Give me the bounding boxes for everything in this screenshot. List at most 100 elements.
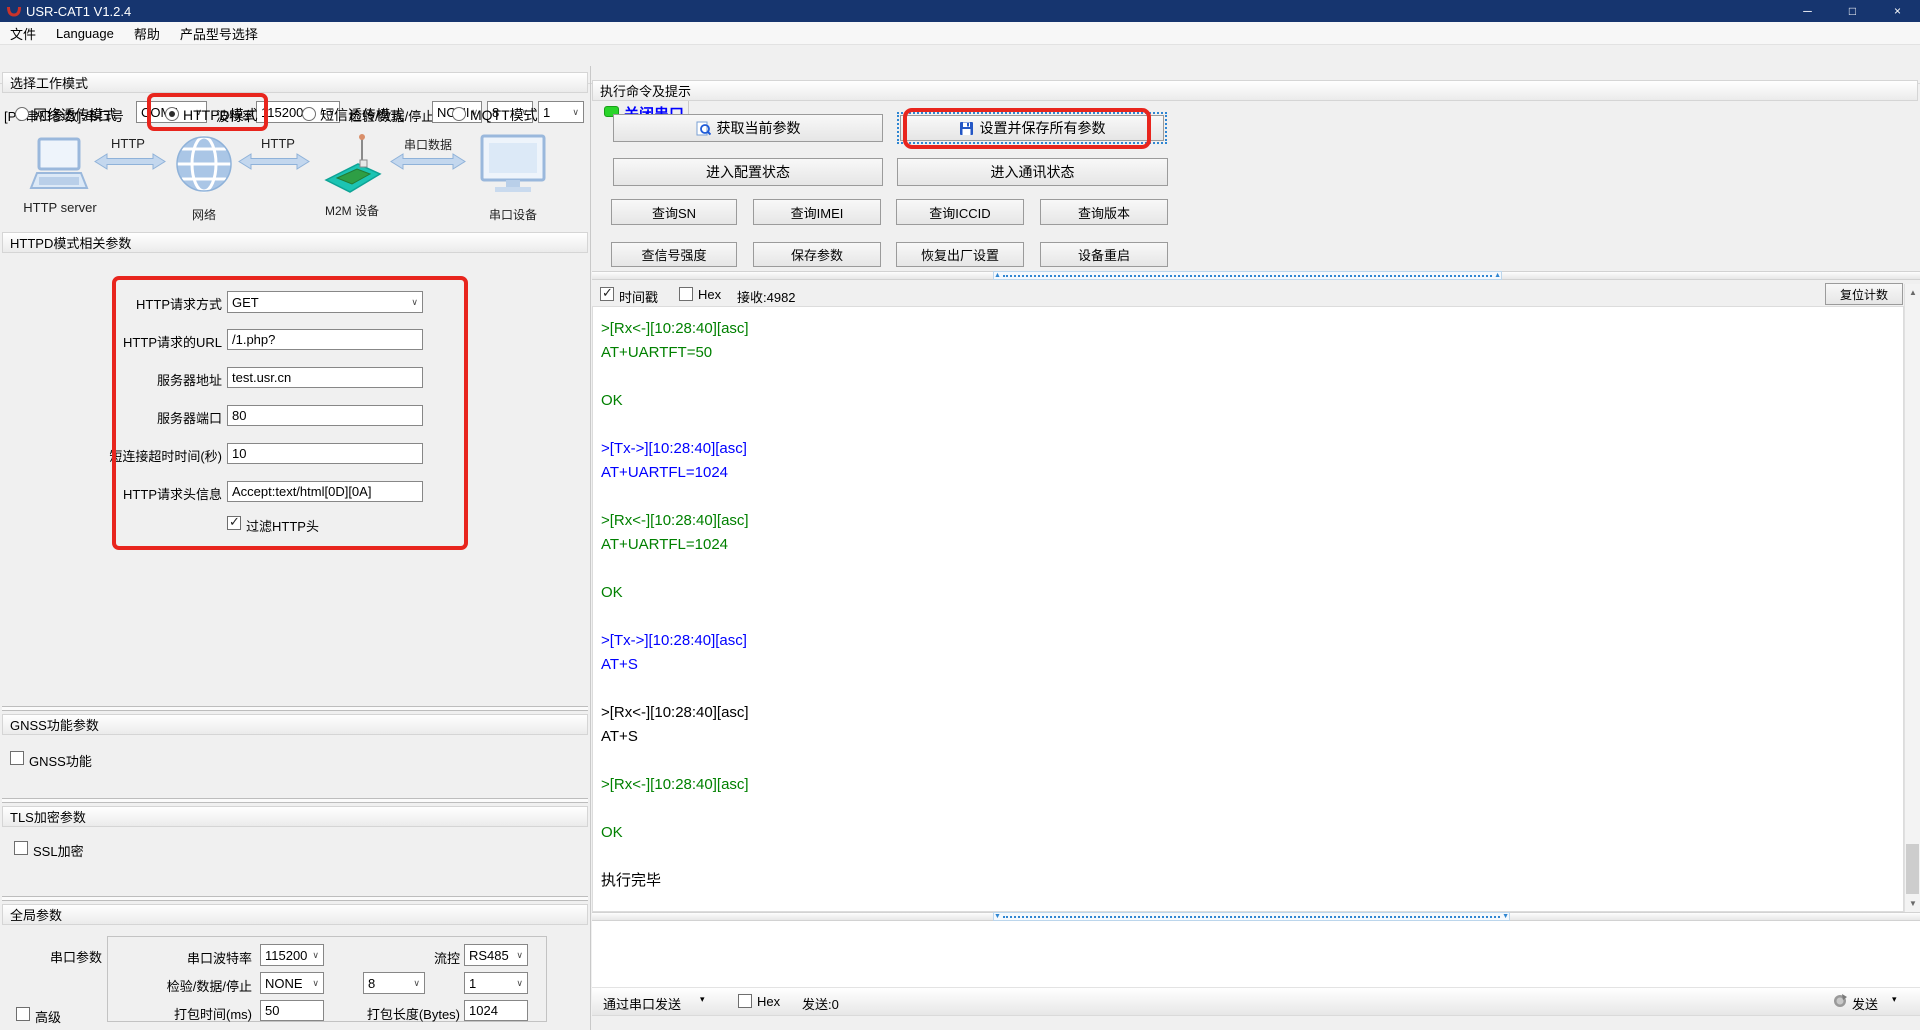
- log-vertical-scrollbar[interactable]: ▲ ▼: [1904, 284, 1920, 912]
- chevron-down-icon: ∨: [570, 107, 583, 118]
- diagram-node3-label: M2M 设备: [318, 202, 386, 219]
- radio-sms-passthrough-label: 短信透传模式: [320, 105, 404, 125]
- send-input-area[interactable]: [592, 921, 1920, 987]
- section-splitter[interactable]: [2, 706, 588, 711]
- http-method-select[interactable]: GET∨: [227, 291, 423, 313]
- chevron-down-icon: ∨: [310, 978, 323, 989]
- radio-httpd-mode[interactable]: [165, 107, 179, 121]
- ssl-checkbox[interactable]: [14, 841, 28, 855]
- enter-comm-button[interactable]: 进入通讯状态: [897, 158, 1168, 186]
- enter-config-button[interactable]: 进入配置状态: [613, 158, 883, 186]
- diagram-link2-label: HTTP: [258, 136, 298, 151]
- global-section-header: 全局参数: [2, 904, 588, 925]
- log-line: [601, 797, 1903, 821]
- query-signal-button[interactable]: 查信号强度: [611, 242, 737, 267]
- factory-reset-button[interactable]: 恢复出厂设置: [896, 242, 1024, 267]
- stopbits-select[interactable]: 1∨: [538, 101, 584, 123]
- gnss-checkbox[interactable]: [10, 751, 24, 765]
- splitter-handle[interactable]: ▲ ▲: [993, 271, 1502, 280]
- menu-language[interactable]: Language: [46, 22, 124, 45]
- chevron-down-icon: ∨: [514, 978, 527, 989]
- filter-http-header-checkbox[interactable]: [227, 516, 241, 530]
- save-params-button[interactable]: 保存参数: [753, 242, 881, 267]
- short-conn-timeout-input[interactable]: [227, 443, 423, 464]
- diagram-node2-label: 网络: [184, 206, 224, 223]
- timestamp-label: 时间戳: [619, 287, 658, 306]
- tri-up-icon: ▲: [994, 271, 1001, 280]
- pack-length-input[interactable]: [464, 1000, 528, 1021]
- menu-file[interactable]: 文件: [0, 22, 46, 45]
- log-line: AT+UARTFT=50: [601, 341, 1903, 365]
- send-mode-button[interactable]: 通过串口发送: [603, 994, 681, 1013]
- hex-send-checkbox[interactable]: [738, 994, 752, 1008]
- get-params-button[interactable]: 获取当前参数: [613, 114, 883, 142]
- splitter-handle[interactable]: ▼ ▼: [993, 912, 1510, 921]
- splitter-dots: [1003, 275, 1492, 277]
- log-line: >[Rx<-][10:28:40][asc]: [601, 773, 1903, 797]
- global-stopbits-select[interactable]: 1∨: [464, 972, 528, 994]
- log-line: [601, 485, 1903, 509]
- global-parity-select[interactable]: NONE∨: [260, 972, 324, 994]
- pack-time-input[interactable]: [260, 1000, 324, 1021]
- gnss-label: GNSS功能: [29, 751, 92, 770]
- menu-product-model[interactable]: 产品型号选择: [170, 22, 268, 45]
- globe-network-icon: [176, 134, 232, 198]
- query-iccid-button[interactable]: 查询ICCID: [896, 199, 1024, 225]
- double-arrow-icon: [94, 153, 166, 170]
- query-imei-button[interactable]: 查询IMEI: [753, 199, 881, 225]
- menu-help[interactable]: 帮助: [124, 22, 170, 45]
- hex-recv-label: Hex: [698, 287, 721, 302]
- flow-control-select[interactable]: RS485∨: [464, 944, 528, 966]
- global-baud-select[interactable]: 115200∨: [260, 944, 324, 966]
- log-line: OK: [601, 821, 1903, 845]
- minimize-button[interactable]: ─: [1785, 0, 1830, 22]
- radio-net-passthrough[interactable]: [15, 107, 29, 121]
- pack-length-label: 打包长度(Bytes): [360, 1004, 460, 1023]
- scroll-up-icon[interactable]: ▲: [1905, 285, 1920, 300]
- scroll-down-icon[interactable]: ▼: [1905, 896, 1920, 911]
- sent-count: 发送:0: [802, 994, 839, 1013]
- section-splitter[interactable]: [2, 798, 588, 803]
- send-button[interactable]: 发送: [1852, 994, 1878, 1013]
- log-line: [601, 677, 1903, 701]
- http-header-input[interactable]: [227, 481, 423, 502]
- timestamp-checkbox[interactable]: [600, 287, 614, 301]
- log-line: 执行完毕: [601, 869, 1903, 893]
- monitor-icon: [480, 134, 546, 198]
- device-restart-button[interactable]: 设备重启: [1040, 242, 1168, 267]
- pack-time-label: 打包时间(ms): [168, 1004, 252, 1023]
- app-window: USR-CAT1 V1.2.4 ─ □ × 文件 Language 帮助 产品型…: [0, 0, 1920, 1030]
- log-line: >[Rx<-][10:28:40][asc]: [601, 509, 1903, 533]
- hex-recv-checkbox[interactable]: [679, 287, 693, 301]
- server-port-input[interactable]: [227, 405, 423, 426]
- server-address-label: 服务器地址: [140, 370, 222, 389]
- menu-arrow-icon[interactable]: ▾: [1892, 994, 1897, 1005]
- tls-section-header: TLS加密参数: [2, 806, 588, 827]
- maximize-button[interactable]: □: [1830, 0, 1875, 22]
- radio-mqtt-mode-label: MQTT模式: [470, 105, 538, 125]
- advanced-checkbox[interactable]: [16, 1007, 30, 1021]
- http-header-label: HTTP请求头信息: [114, 484, 222, 503]
- radio-mqtt-mode[interactable]: [452, 107, 466, 121]
- reset-counter-button[interactable]: 复位计数: [1825, 283, 1903, 305]
- radio-sms-passthrough[interactable]: [302, 107, 316, 121]
- global-databits-select[interactable]: 8∨: [363, 972, 425, 994]
- query-sn-button[interactable]: 查询SN: [611, 199, 737, 225]
- section-splitter[interactable]: [2, 896, 588, 901]
- scrollbar-thumb[interactable]: [1906, 844, 1919, 894]
- close-button[interactable]: ×: [1875, 0, 1920, 22]
- server-address-input[interactable]: [227, 367, 423, 388]
- query-version-button[interactable]: 查询版本: [1040, 199, 1168, 225]
- search-doc-icon: [696, 121, 711, 136]
- radio-net-passthrough-label: 网络透传模式: [33, 105, 117, 125]
- bottom-strip: [592, 1015, 1920, 1030]
- recv-count: 接收:4982: [737, 287, 796, 306]
- http-url-input[interactable]: [227, 329, 423, 350]
- radio-httpd-mode-label: HTTPD模式: [183, 105, 258, 125]
- log-line: >[Rx<-][10:28:40][asc]: [601, 701, 1903, 725]
- menu-arrow-icon[interactable]: ▾: [700, 994, 705, 1005]
- log-line: >[Tx->][10:28:40][asc]: [601, 437, 1903, 461]
- log-line: [601, 605, 1903, 629]
- server-port-label: 服务器端口: [140, 408, 222, 427]
- double-arrow-icon: [238, 153, 310, 170]
